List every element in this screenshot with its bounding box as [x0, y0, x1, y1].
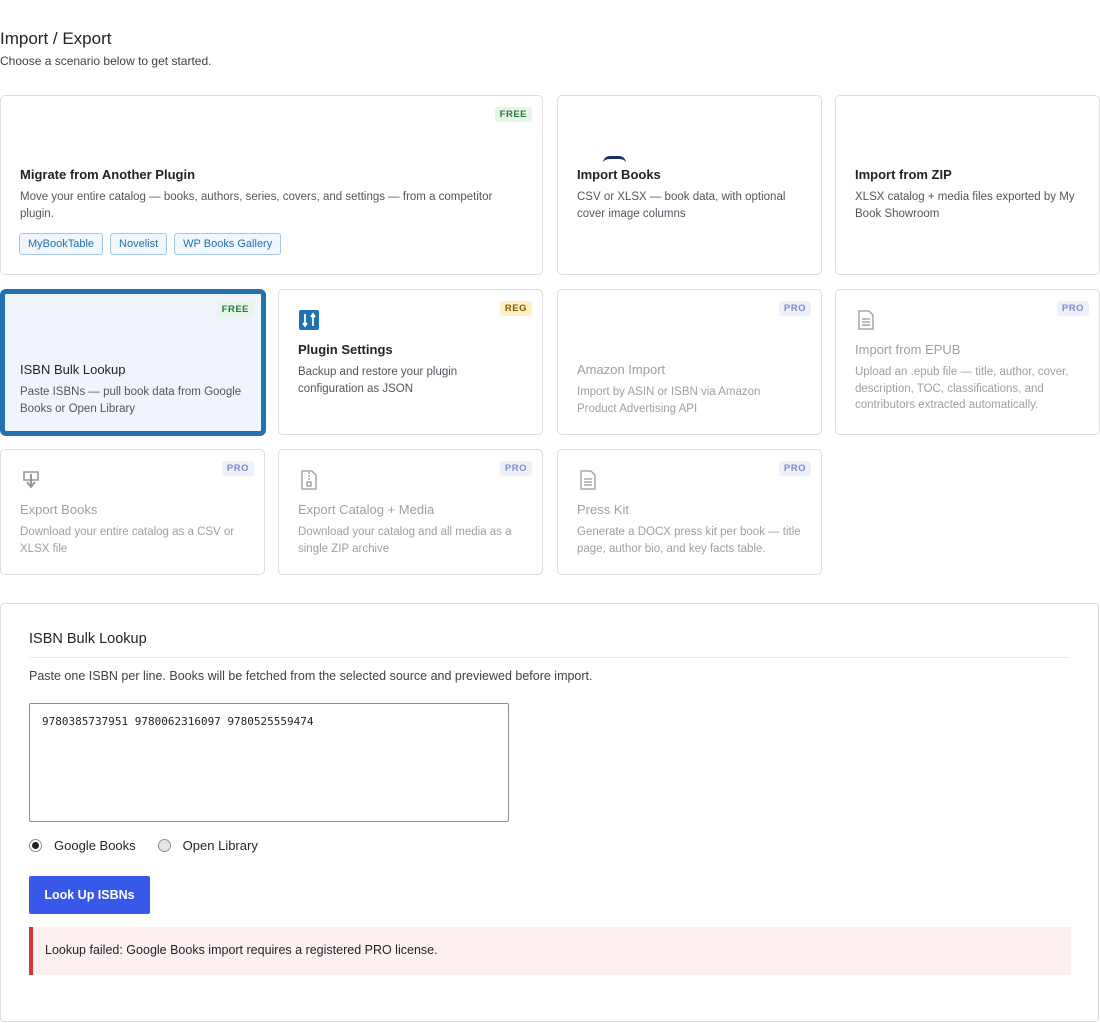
document-icon [580, 470, 596, 495]
card-plugin-settings[interactable]: REG Plugin Settings Backup and restore y… [278, 289, 543, 435]
card-description: Backup and restore your plugin configura… [298, 366, 458, 395]
card-isbn-lookup[interactable]: FREE ISBN Bulk Lookup Paste ISBNs — pull… [0, 289, 266, 436]
card-description: Paste ISBNs — pull book data from Google… [20, 386, 242, 415]
import-icon [603, 156, 626, 163]
page-title: Import / Export [0, 29, 112, 48]
card-export-books[interactable]: PRO Export Books Download your entire ca… [0, 449, 265, 575]
radio-label-google-books[interactable]: Google Books [54, 838, 136, 853]
card-title: Press Kit [577, 502, 630, 517]
card-title: Import from EPUB [855, 342, 961, 357]
source-radio-group: Google Books Open Library [29, 838, 280, 853]
card-epub-import[interactable]: PRO Import from EPUB Upload an .epub fil… [835, 289, 1100, 435]
isbn-input[interactable]: 9780385737951 9780062316097 978052555947… [29, 703, 509, 822]
card-description: Upload an .epub file — title, author, co… [855, 366, 1069, 411]
radio-label-open-library[interactable]: Open Library [183, 838, 258, 853]
divider [29, 657, 1070, 658]
card-title: Export Books [20, 502, 98, 517]
sliders-icon [299, 310, 319, 330]
card-description: Generate a DOCX press kit per book — tit… [577, 526, 801, 555]
document-icon [858, 310, 874, 335]
card-description: Download your entire catalog as a CSV or… [20, 526, 235, 555]
card-migrate[interactable]: FREE Migrate from Another Plugin Move yo… [0, 95, 543, 275]
error-notice: Lookup failed: Google Books import requi… [29, 927, 1071, 975]
tag-novelist[interactable]: Novelist [110, 233, 168, 255]
card-title: Migrate from Another Plugin [20, 167, 196, 182]
card-description: Download your catalog and all media as a… [298, 526, 512, 555]
pro-badge: PRO [1056, 301, 1089, 316]
card-title: Export Catalog + Media [298, 502, 435, 517]
panel-instructions: Paste one ISBN per line. Books will be f… [29, 669, 593, 683]
card-title: Plugin Settings [298, 342, 393, 357]
pro-badge: PRO [499, 461, 532, 476]
page-subtitle: Choose a scenario below to get started. [0, 54, 212, 68]
card-description: XLSX catalog + media files exported by M… [855, 191, 1075, 220]
tag-mybooktable[interactable]: MyBookTable [19, 233, 104, 255]
card-export-media[interactable]: PRO Export Catalog + Media Download your… [278, 449, 543, 575]
card-description: CSV or XLSX — book data, with optional c… [577, 191, 786, 220]
panel-title: ISBN Bulk Lookup [29, 631, 147, 647]
pro-badge: PRO [778, 301, 811, 316]
card-import-books[interactable]: Import Books CSV or XLSX — book data, wi… [557, 95, 822, 275]
zip-file-icon [301, 470, 317, 495]
card-title: Import Books [577, 167, 661, 182]
pro-badge: PRO [778, 461, 811, 476]
radio-google-books[interactable] [29, 839, 42, 852]
reg-badge: REG [499, 301, 532, 316]
lookup-isbns-button[interactable]: Look Up ISBNs [29, 876, 150, 914]
card-title: Import from ZIP [855, 167, 952, 182]
tag-wp-books-gallery[interactable]: WP Books Gallery [174, 233, 282, 255]
card-amazon-import[interactable]: PRO Amazon Import Import by ASIN or ISBN… [557, 289, 822, 435]
isbn-lookup-panel: ISBN Bulk Lookup Paste one ISBN per line… [0, 603, 1099, 1022]
card-title: Amazon Import [577, 362, 666, 377]
card-press-kit[interactable]: PRO Press Kit Generate a DOCX press kit … [557, 449, 822, 575]
plugin-tags: MyBookTable Novelist WP Books Gallery [19, 233, 282, 255]
download-icon [22, 470, 40, 495]
card-description: Move your entire catalog — books, author… [20, 191, 493, 220]
card-description: Import by ASIN or ISBN via Amazon Produc… [577, 386, 761, 415]
free-badge: FREE [216, 302, 254, 317]
free-badge: FREE [494, 107, 532, 122]
card-import-zip[interactable]: Import from ZIP XLSX catalog + media fil… [835, 95, 1100, 275]
pro-badge: PRO [221, 461, 254, 476]
card-title: ISBN Bulk Lookup [20, 362, 126, 377]
radio-open-library[interactable] [157, 839, 171, 852]
